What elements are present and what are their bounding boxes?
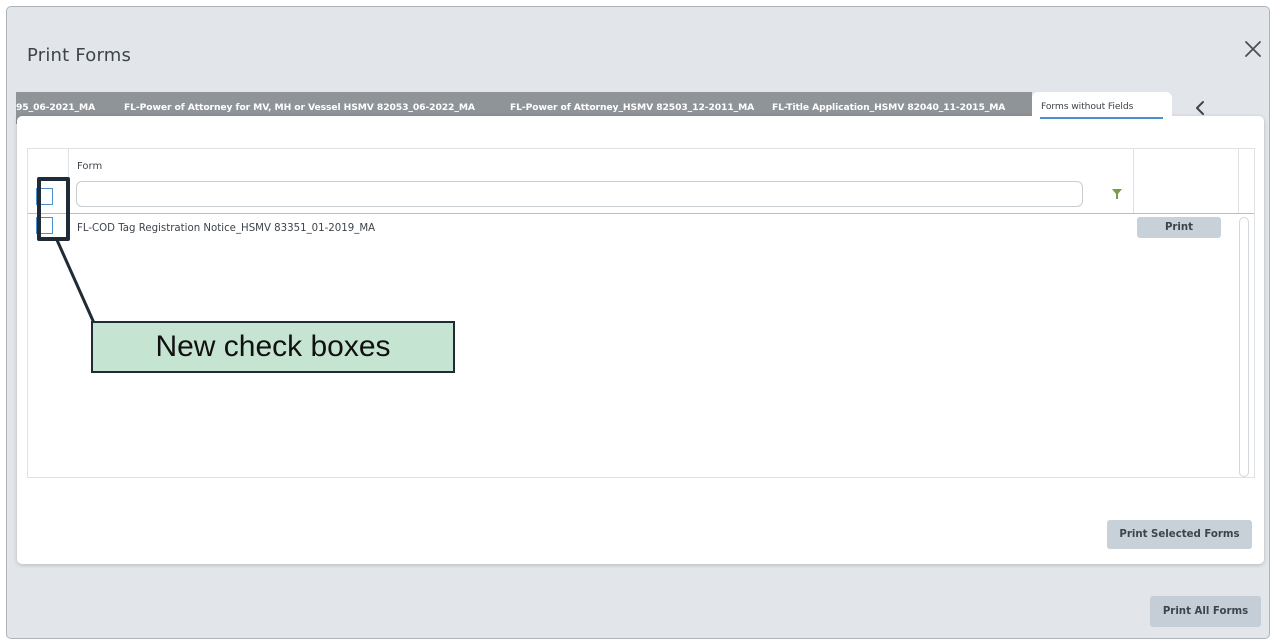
print-row-button[interactable]: Print	[1137, 217, 1221, 238]
tab-scroll-left-button[interactable]	[1190, 96, 1210, 120]
tab-forms-without-fields[interactable]: Forms without Fields	[1032, 92, 1172, 124]
annotation-callout: New check boxes	[91, 321, 455, 373]
grid-column-divider	[1238, 149, 1239, 213]
form-name-cell: FL-COD Tag Registration Notice_HSMV 8335…	[77, 223, 376, 234]
forms-grid: Form FL-COD Tag Registration Notice_HSMV…	[27, 148, 1255, 478]
form-filter-input[interactable]	[76, 181, 1083, 207]
grid-scrollbar[interactable]	[1239, 217, 1249, 477]
close-icon	[1245, 41, 1261, 57]
close-button[interactable]	[1239, 35, 1267, 63]
annotation-highlight-frame	[37, 177, 70, 241]
dialog-title: Print Forms	[27, 45, 132, 66]
filter-icon[interactable]	[1112, 189, 1122, 199]
chevron-left-icon	[1196, 101, 1204, 115]
grid-column-divider	[1133, 149, 1134, 213]
print-selected-forms-button[interactable]: Print Selected Forms	[1107, 520, 1252, 549]
form-column-header: Form	[77, 161, 103, 172]
active-tab-indicator	[1040, 117, 1163, 119]
print-all-forms-button[interactable]: Print All Forms	[1150, 596, 1261, 627]
active-tab-label: Forms without Fields	[1041, 101, 1134, 112]
grid-header-divider	[28, 213, 1254, 214]
